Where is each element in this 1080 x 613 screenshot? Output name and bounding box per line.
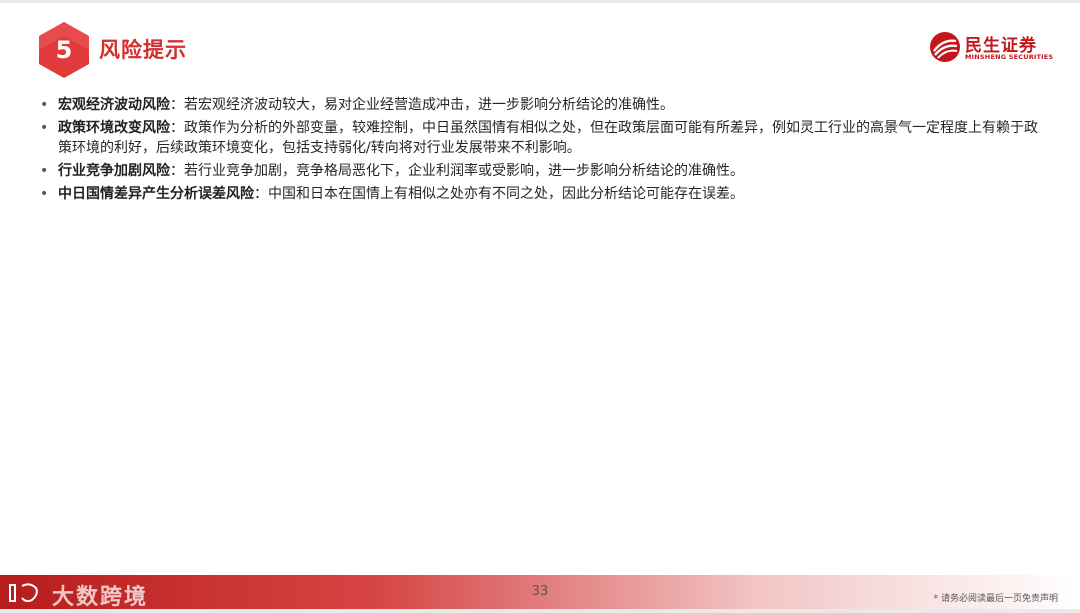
risk-title: 宏观经济波动风险	[58, 97, 170, 113]
section-badge: 5	[36, 20, 92, 80]
watermark-logo-icon	[9, 583, 38, 603]
risk-text: ：政策作为分析的外部变量，较难控制，中日虽然国情有相似之处，但在政策层面可能有所…	[58, 120, 1038, 156]
risk-item: • 政策环境改变风险：政策作为分析的外部变量，较难控制，中日虽然国情有相似之处，但…	[40, 118, 1050, 158]
brand-subtitle: MINSHENG SECURITIES	[965, 53, 1054, 61]
risk-title: 政策环境改变风险	[58, 120, 170, 136]
risk-text: ：若宏观经济波动较大，易对企业经营造成冲击，进一步影响分析结论的准确性。	[170, 97, 674, 113]
slide: 5 风险提示 民生证券 MINSHENG SECURITIES • 宏观经济波动风…	[0, 3, 1080, 610]
bullet-icon: •	[40, 163, 49, 179]
page-number: 33	[531, 584, 549, 599]
section-number: 5	[55, 36, 73, 64]
risk-item: • 行业竞争加剧风险：若行业竞争加剧，竞争格局恶化下，企业利润率或受影响，进一步影…	[40, 161, 1050, 181]
footer-watermark: 大数跨境	[52, 585, 149, 610]
risk-list: • 宏观经济波动风险：若宏观经济波动较大，易对企业经营造成冲击，进一步影响分析结论…	[40, 95, 1050, 207]
risk-text: ：中国和日本在国情上有相似之处亦有不同之处，因此分析结论可能存在误差。	[254, 186, 744, 202]
risk-title: 中日国情差异产生分析误差风险	[58, 186, 254, 202]
bullet-icon: •	[40, 120, 49, 136]
minsheng-logo-icon	[930, 32, 960, 62]
disclaimer: * 请务必阅读最后一页免责声明	[933, 594, 1058, 604]
risk-title: 行业竞争加剧风险	[58, 163, 170, 179]
risk-item: • 宏观经济波动风险：若宏观经济波动较大，易对企业经营造成冲击，进一步影响分析结论…	[40, 95, 1050, 115]
bullet-icon: •	[40, 97, 49, 113]
footer-bar: 大数跨境 33 * 请务必阅读最后一页免责声明	[0, 575, 1080, 610]
brand-logo: 民生证券 MINSHENG SECURITIES	[929, 31, 1059, 63]
risk-item: • 中日国情差异产生分析误差风险：中国和日本在国情上有相似之处亦有不同之处，因此分…	[40, 184, 1050, 204]
page-title: 风险提示	[99, 38, 187, 62]
bullet-icon: •	[40, 186, 49, 202]
risk-text: ：若行业竞争加剧，竞争格局恶化下，企业利润率或受影响，进一步影响分析结论的准确性…	[170, 163, 744, 179]
